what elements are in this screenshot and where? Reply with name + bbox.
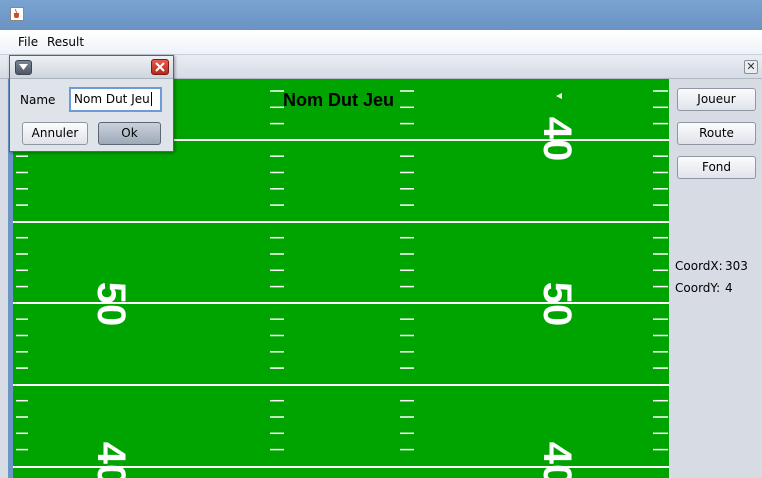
dialog-menu-icon[interactable] — [15, 60, 32, 75]
yard-number-bottom-right: 40 — [535, 442, 579, 478]
dialog-close-icon[interactable] — [151, 59, 169, 75]
yard-number-mid-right: 50 — [535, 282, 579, 327]
annuler-button[interactable]: Annuler — [22, 122, 88, 145]
coord-y-value: 4 — [725, 281, 733, 295]
text-cursor — [150, 92, 152, 106]
coord-y-label: CoordY: — [675, 281, 721, 295]
joueur-button[interactable]: Joueur — [677, 88, 756, 111]
coord-x-label: CoordX: — [675, 259, 723, 273]
name-label: Name — [20, 93, 56, 107]
game-title: Nom Dut Jeu — [283, 90, 395, 110]
menu-file[interactable]: File — [18, 35, 38, 49]
yard-number-bottom-left: 40 — [89, 442, 133, 478]
name-input[interactable]: Nom Dut Jeu — [69, 87, 162, 112]
route-button[interactable]: Route — [677, 122, 756, 145]
direction-arrow-icon — [556, 93, 562, 99]
coord-x-value: 303 — [725, 259, 748, 273]
internal-frame-close-icon[interactable]: ✕ — [744, 60, 758, 74]
yard-number-mid-left: 50 — [89, 282, 133, 327]
menu-result[interactable]: Result — [47, 35, 84, 49]
fond-button[interactable]: Fond — [677, 156, 756, 179]
menu-bar: File Result — [0, 30, 762, 55]
java-cup-icon — [10, 7, 24, 21]
yard-number-top-right: 40 — [535, 117, 579, 162]
window-titlebar[interactable] — [0, 0, 762, 30]
ok-button[interactable]: Ok — [98, 122, 161, 145]
name-input-value: Nom Dut Jeu — [74, 92, 150, 106]
name-dialog: Name Nom Dut Jeu Annuler Ok — [9, 55, 174, 152]
dialog-titlebar[interactable] — [10, 56, 173, 79]
